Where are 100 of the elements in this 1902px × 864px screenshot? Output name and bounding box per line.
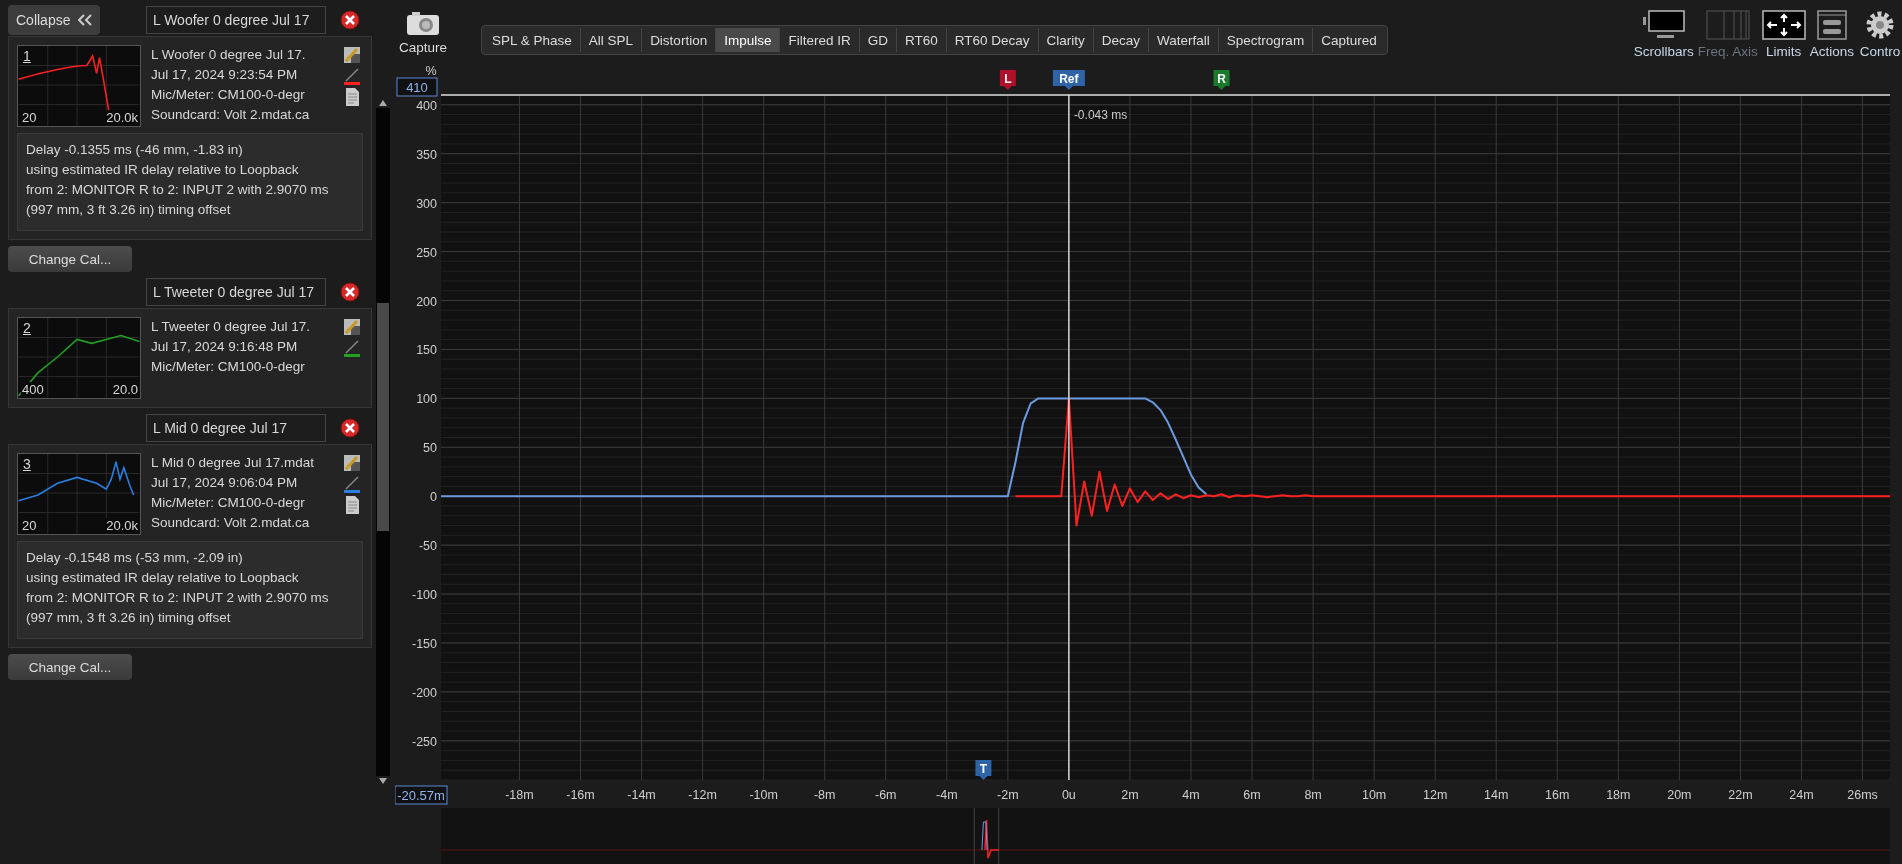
collapse-button[interactable]: Collapse (8, 5, 101, 35)
thumbnail-graph[interactable]: 3 20 20.0k (17, 453, 141, 535)
title-field[interactable]: L Tweeter 0 degree Jul 17 (146, 278, 326, 306)
soundcard-text: Soundcard: Volt 2.mdat.ca (151, 106, 311, 124)
close-icon[interactable] (340, 10, 360, 30)
tab[interactable]: Filtered IR (779, 28, 859, 52)
delay-info: Delay -0.1355 ms (-46 mm, -1.83 in) using estimated IR delay relative to Loopback from 2: MONITOR R to 2: INPUT 2 with 2.9070 ms (997 mm, 3 ft 3.26 in) timing offset (17, 133, 363, 231)
marker-tag[interactable]: Ref (1052, 70, 1085, 90)
axis-label: -6m (875, 788, 897, 802)
axis-label: 18m (1606, 788, 1631, 802)
file-name: L Mid 0 degree Jul 17.mdat (151, 454, 316, 472)
axis-label: -10m (749, 788, 778, 802)
axis-label: 2m (1121, 788, 1139, 802)
edit-icon[interactable] (342, 317, 362, 337)
axis-label: 16m (1545, 788, 1570, 802)
axis-label: 20 (21, 110, 38, 125)
tab[interactable]: Spectrogram (1217, 28, 1313, 52)
axis-label: 20m (1667, 788, 1692, 802)
axis-label: -8m (813, 788, 836, 802)
axis-label: -200 (411, 685, 437, 700)
grid-icon (1705, 10, 1750, 40)
tab[interactable]: RT60 (895, 28, 946, 52)
axis-label: 0 (430, 490, 437, 505)
axis-label: -250 (411, 734, 437, 749)
close-icon[interactable] (340, 282, 360, 302)
double-chevron-icon (78, 14, 93, 26)
edit-icon[interactable] (342, 453, 362, 473)
axis-label: -100 (411, 588, 437, 603)
tab[interactable]: All SPL (579, 28, 642, 52)
scrollbars-tool[interactable]: Scrollbars (1633, 10, 1694, 59)
y-limit-field[interactable]: 410 (396, 77, 438, 97)
four-arrows-icon (1761, 10, 1806, 40)
tab[interactable]: SPL & Phase (484, 28, 580, 52)
actions-tool[interactable]: Actions (1809, 10, 1854, 59)
axis-label: -12m (688, 788, 717, 802)
graph-number: 3 (23, 456, 31, 472)
limits-tool[interactable]: Limits (1761, 10, 1806, 59)
axis-label: 14m (1484, 788, 1509, 802)
tab[interactable]: Captured (1312, 28, 1385, 52)
axis-label: 250 (416, 245, 437, 260)
axis-label: 10m (1361, 788, 1387, 802)
axis-label: 8m (1304, 788, 1322, 802)
thumbnail-graph[interactable]: 2 400 20.0 (17, 317, 141, 399)
unit-label: % (425, 64, 437, 78)
axis-label: 20.0k (105, 518, 139, 533)
capture-button[interactable]: Capture (399, 10, 448, 55)
x-limit-field[interactable]: -20.57m (395, 785, 448, 805)
graph-number: 1 (23, 48, 31, 64)
axis-label: -18m (505, 788, 534, 802)
axis-label: 20 (21, 518, 38, 533)
tab[interactable]: Impulse (715, 28, 780, 52)
line-colour-icon[interactable] (342, 66, 362, 86)
tab[interactable]: RT60 Decay (945, 28, 1038, 52)
file-name: L Woofer 0 degree Jul 17. (151, 46, 307, 64)
axis-label: -14m (627, 788, 656, 802)
axis-label: 150 (416, 343, 437, 358)
axis-label: 300 (416, 196, 437, 211)
marker-tag[interactable]: L (999, 70, 1016, 90)
axis-label: 400 (416, 98, 437, 113)
axis-label: -150 (411, 637, 437, 651)
thumbnail-graph[interactable]: 1 20 20.0k (17, 45, 141, 127)
tab[interactable]: Decay (1092, 28, 1149, 52)
axis-label: 400 (21, 382, 45, 397)
axis-label: 12m (1423, 788, 1448, 802)
controls-tool[interactable]: Contro (1858, 10, 1902, 59)
delay-info: Delay -0.1548 ms (-53 mm, -2.09 in) using estimated IR delay relative to Loopback from 2: MONITOR R to 2: INPUT 2 with 2.9070 ms (997 mm, 3 ft 3.26 in) timing offset (17, 541, 363, 639)
change-cal-button[interactable]: Change Cal... (8, 246, 132, 272)
axis-label: 350 (416, 147, 437, 162)
axis-label: -4m (936, 788, 958, 802)
tab[interactable]: GD (858, 28, 896, 52)
marker-tag[interactable]: T (975, 760, 992, 780)
axis-label: 200 (416, 294, 437, 309)
line-colour-icon[interactable] (342, 338, 362, 358)
axis-label: -2m (997, 788, 1019, 802)
axis-label: 26ms (1847, 788, 1878, 802)
marker-tag[interactable]: R (1213, 70, 1230, 90)
soundcard-text: Soundcard: Volt 2.mdat.ca (151, 514, 311, 532)
cursor-readout: -0.043 ms (1073, 108, 1128, 122)
date-text: Jul 17, 2024 9:06:04 PM (151, 474, 299, 492)
change-cal-button[interactable]: Change Cal... (8, 654, 132, 680)
title-field[interactable]: L Woofer 0 degree Jul 17 (146, 6, 326, 34)
axis-label: 20.0k (105, 110, 139, 125)
edit-icon[interactable] (342, 45, 362, 65)
mic-text: Mic/Meter: CM100-0-degr (151, 494, 306, 512)
axis-label: 20.0 (111, 382, 139, 397)
tab[interactable]: Waterfall (1148, 28, 1218, 52)
file-name: L Tweeter 0 degree Jul 17. (151, 318, 312, 336)
close-icon[interactable] (340, 418, 360, 438)
axis-label: 24m (1789, 788, 1814, 802)
tab[interactable]: Clarity (1037, 28, 1093, 52)
camera-icon (406, 10, 440, 36)
date-text: Jul 17, 2024 9:23:54 PM (151, 66, 299, 84)
axis-label: 22m (1728, 788, 1753, 802)
axis-label: -50 (418, 539, 437, 554)
axis-label: 0u (1061, 788, 1076, 802)
title-field[interactable]: L Mid 0 degree Jul 17 (146, 414, 326, 442)
mic-text: Mic/Meter: CM100-0-degr (151, 358, 306, 376)
axis-label: 100 (416, 392, 437, 407)
graph-number: 2 (23, 320, 31, 336)
line-colour-icon[interactable] (342, 474, 362, 494)
